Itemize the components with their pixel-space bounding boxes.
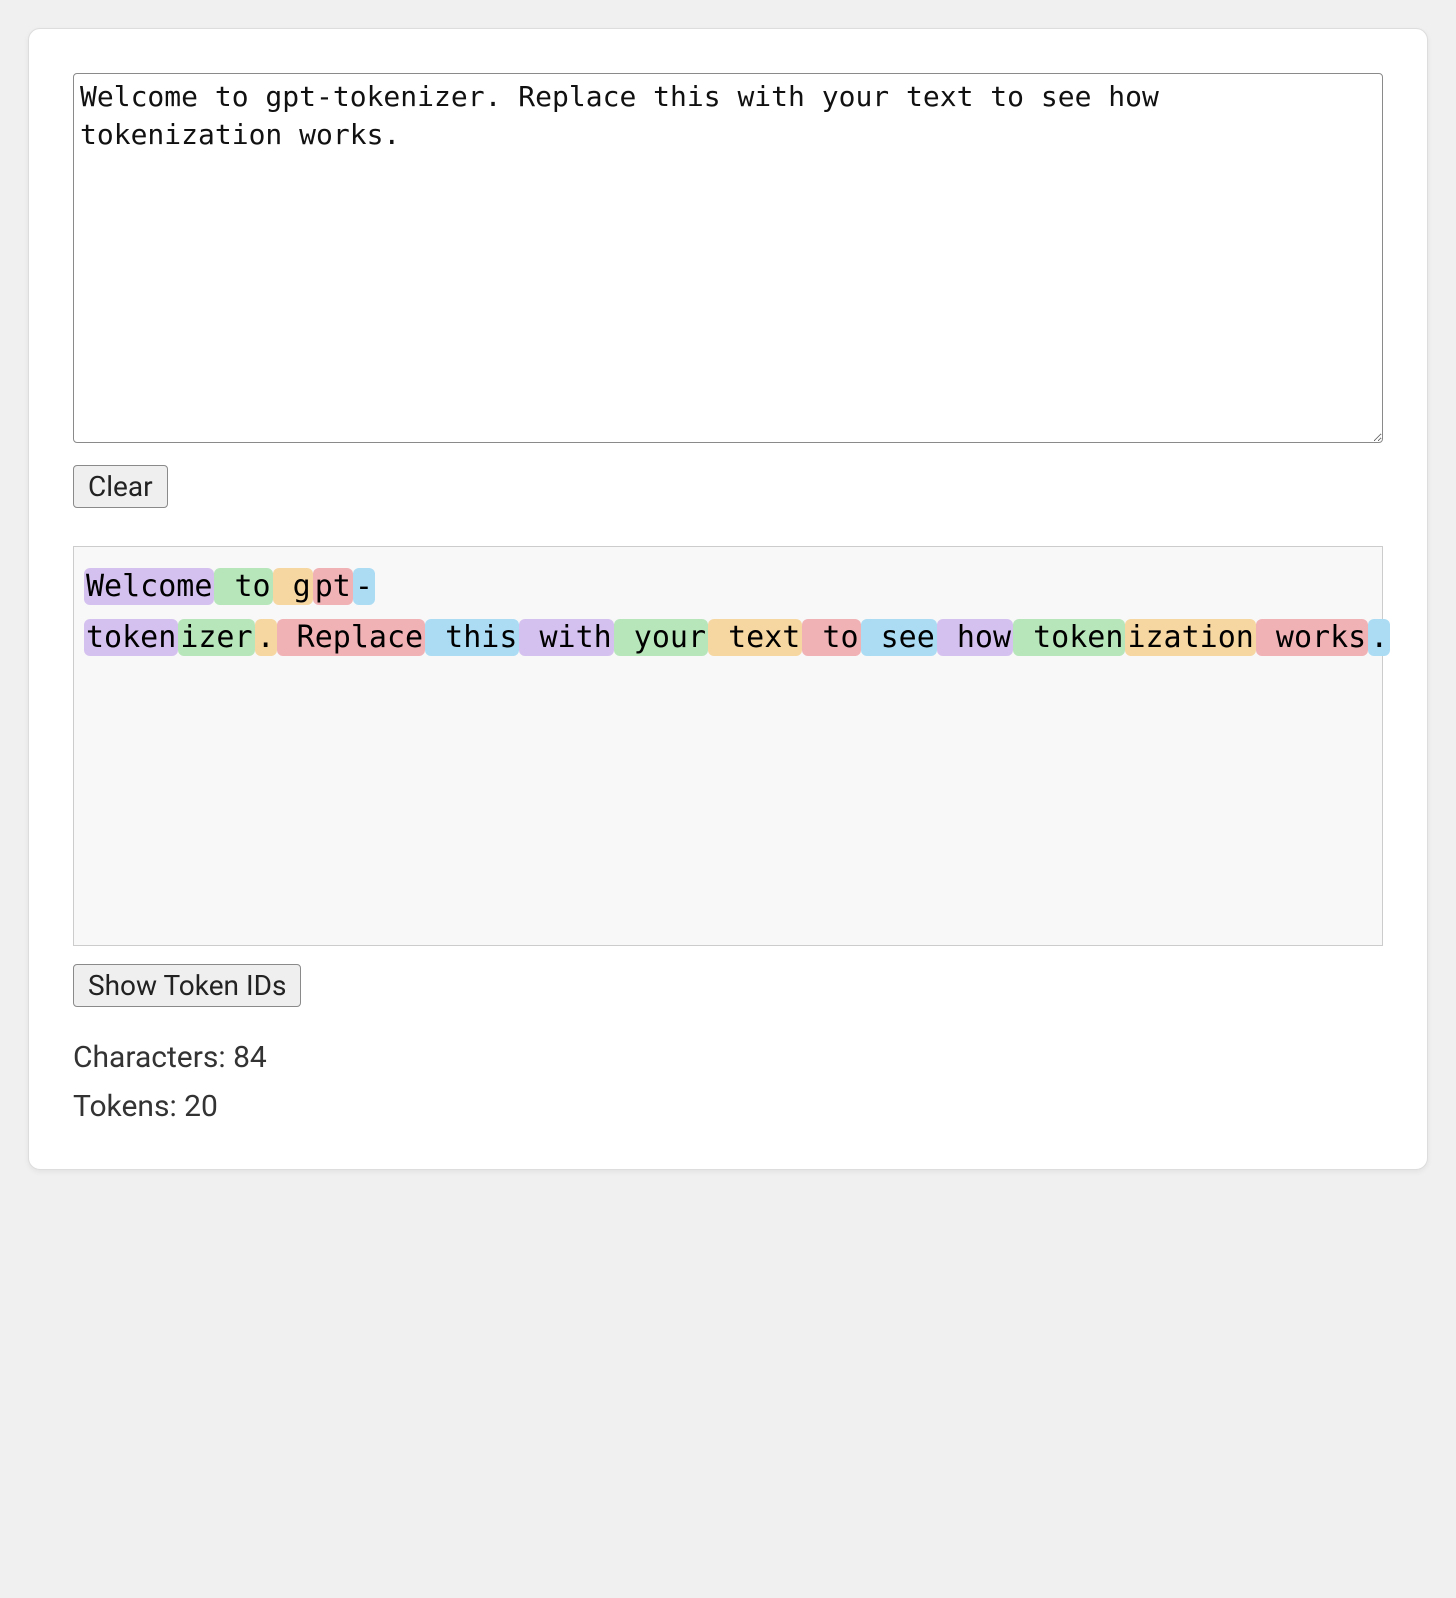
token: . (255, 619, 277, 656)
token: - (353, 568, 375, 605)
token: to (802, 619, 860, 656)
token: token (84, 619, 178, 656)
token: Welcome (84, 568, 214, 605)
token: . (1368, 619, 1390, 656)
token: token (1013, 619, 1125, 656)
token: how (937, 619, 1013, 656)
token: ization (1125, 619, 1255, 656)
stats-block: Characters: 84 Tokens: 20 (73, 1035, 1383, 1129)
token: this (425, 619, 519, 656)
token: with (519, 619, 613, 656)
token-visualization-panel: Welcome to gpt-tokenizer. Replace this w… (73, 546, 1383, 946)
token: Replace (277, 619, 426, 656)
characters-value: 84 (233, 1040, 267, 1075)
text-input[interactable] (73, 73, 1383, 443)
tokens-value: 20 (184, 1089, 218, 1124)
token: g (273, 568, 313, 605)
token: text (708, 619, 802, 656)
token: pt (313, 568, 353, 605)
token: works (1256, 619, 1368, 656)
characters-stat: Characters: 84 (73, 1035, 1383, 1080)
show-token-ids-button[interactable]: Show Token IDs (73, 964, 301, 1007)
clear-button[interactable]: Clear (73, 465, 168, 508)
token: izer (178, 619, 254, 656)
tokens-stat: Tokens: 20 (73, 1084, 1383, 1129)
characters-label: Characters (73, 1040, 218, 1075)
token: to (214, 568, 272, 605)
tokenizer-card: Clear Welcome to gpt-tokenizer. Replace … (28, 28, 1428, 1170)
token: see (861, 619, 937, 656)
token: your (614, 619, 708, 656)
tokens-label: Tokens (73, 1089, 169, 1124)
